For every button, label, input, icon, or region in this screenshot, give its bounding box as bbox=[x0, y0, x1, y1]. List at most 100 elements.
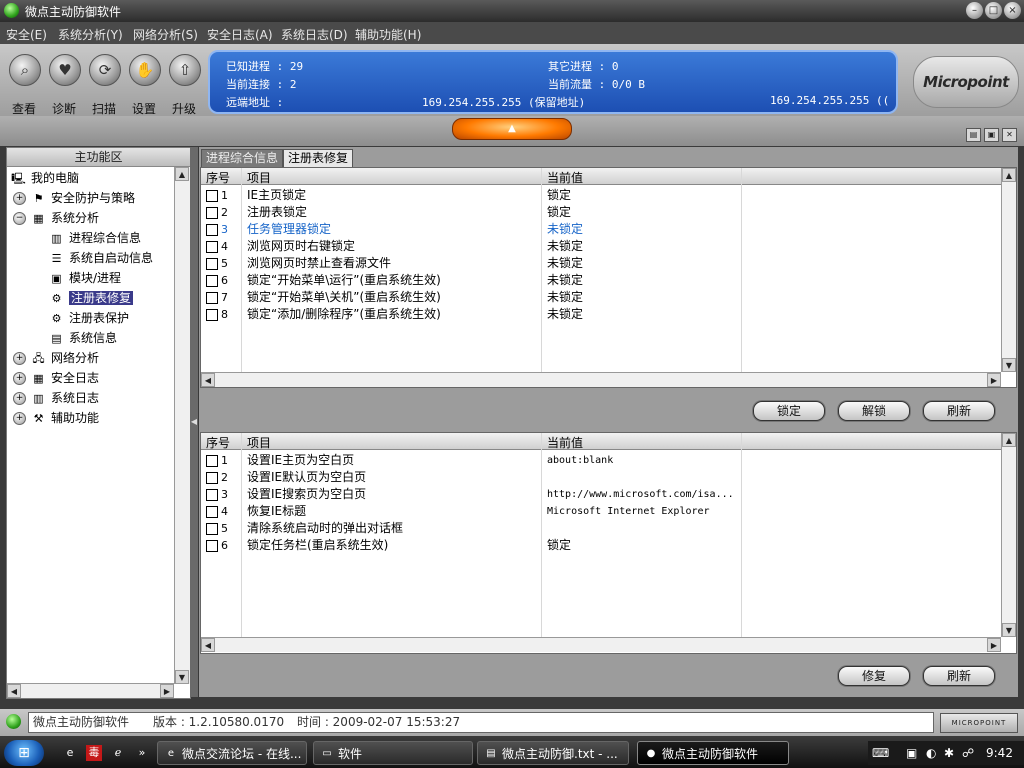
view-button[interactable]: ⌕ 查看 bbox=[4, 52, 44, 118]
unlock-button[interactable]: 解锁 bbox=[838, 401, 910, 421]
tree-item-registry-repair[interactable]: ⚙ 注册表修复 bbox=[49, 289, 134, 307]
tree-item-system-log[interactable]: + ▥ 系统日志 bbox=[13, 389, 99, 407]
scroll-right-icon[interactable]: ▶ bbox=[160, 684, 174, 698]
menu-security[interactable]: 安全(E) bbox=[6, 26, 47, 43]
tray-app-icon[interactable]: ☍ bbox=[962, 741, 974, 765]
left-horizontal-scrollbar[interactable]: ◀ ▶ bbox=[7, 683, 174, 698]
table-row[interactable]: 4 浏览网页时右键锁定 未锁定 bbox=[201, 238, 1001, 255]
scan-button[interactable]: ⟳ 扫描 bbox=[84, 52, 124, 118]
table-row[interactable]: 1 设置IE主页为空白页 about:blank bbox=[201, 452, 1001, 469]
table-row[interactable]: 6 锁定任务栏(重启系统生效) 锁定 bbox=[201, 537, 1001, 554]
bottom-grid-horizontal-scrollbar[interactable]: ◀ ▶ bbox=[201, 637, 1001, 652]
lock-button[interactable]: 锁定 bbox=[753, 401, 825, 421]
row-checkbox[interactable] bbox=[206, 207, 218, 219]
minimize-button[interactable]: – bbox=[966, 2, 983, 19]
table-row[interactable]: 1 IE主页锁定 锁定 bbox=[201, 187, 1001, 204]
table-row[interactable]: 3 设置IE搜索页为空白页 http://www.microsoft.com/isa… bbox=[201, 486, 1001, 503]
col-value[interactable]: 当前值 bbox=[547, 169, 583, 186]
table-row[interactable]: 2 注册表锁定 锁定 bbox=[201, 204, 1001, 221]
menu-system-log[interactable]: 系统日志(D) bbox=[281, 26, 348, 43]
start-button[interactable]: ⊞ bbox=[4, 740, 44, 766]
menu-system-analysis[interactable]: 系统分析(Y) bbox=[58, 26, 123, 43]
scroll-down-icon[interactable]: ▼ bbox=[1002, 623, 1016, 637]
tree-item-security-log[interactable]: + ▦ 安全日志 bbox=[13, 369, 99, 387]
scroll-right-icon[interactable]: ▶ bbox=[987, 638, 1001, 652]
tree-root-my-computer[interactable]: 🖳 我的电脑 bbox=[11, 169, 79, 187]
scroll-left-icon[interactable]: ◀ bbox=[201, 373, 215, 387]
task-notepad[interactable]: ▤ 微点主动防御.txt - ... bbox=[477, 741, 629, 765]
refresh-button-bottom[interactable]: 刷新 bbox=[923, 666, 995, 686]
scroll-up-icon[interactable]: ▲ bbox=[175, 167, 189, 181]
settings-button[interactable]: ✋ 设置 bbox=[124, 52, 164, 118]
tree-item-process-info[interactable]: ▥ 进程综合信息 bbox=[49, 229, 141, 247]
row-checkbox[interactable] bbox=[206, 523, 218, 535]
ie-quicklaunch-icon[interactable]: e bbox=[62, 745, 78, 761]
ie-alt-quicklaunch-icon[interactable]: ℯ bbox=[110, 745, 126, 761]
expand-icon[interactable]: + bbox=[13, 392, 26, 405]
table-row[interactable]: 4 恢复IE标题 Microsoft Internet Explorer bbox=[201, 503, 1001, 520]
scroll-up-icon[interactable]: ▲ bbox=[1002, 168, 1016, 182]
scroll-down-icon[interactable]: ▼ bbox=[1002, 358, 1016, 372]
task-forum[interactable]: e 微点交流论坛 - 在线... bbox=[157, 741, 307, 765]
table-row[interactable]: 6 锁定“开始菜单\运行”(重启系统生效) 未锁定 bbox=[201, 272, 1001, 289]
col-item[interactable]: 项目 bbox=[247, 169, 271, 186]
row-checkbox[interactable] bbox=[206, 309, 218, 321]
tree-item-system-analysis[interactable]: − ▦ 系统分析 bbox=[13, 209, 99, 227]
scroll-right-icon[interactable]: ▶ bbox=[987, 373, 1001, 387]
row-checkbox[interactable] bbox=[206, 506, 218, 518]
menu-aux[interactable]: 辅助功能(H) bbox=[355, 26, 421, 43]
quicklaunch-expand-icon[interactable]: » bbox=[134, 745, 150, 761]
layout-icon-1[interactable]: ▤ bbox=[966, 128, 981, 142]
tree-item-modules[interactable]: ▣ 模块/进程 bbox=[49, 269, 121, 287]
upgrade-button[interactable]: ⇧ 升级 bbox=[164, 52, 204, 118]
top-grid-vertical-scrollbar[interactable]: ▲ ▼ bbox=[1001, 168, 1016, 372]
repair-button[interactable]: 修复 bbox=[838, 666, 910, 686]
network-tray-icon[interactable]: ▣ bbox=[906, 741, 917, 765]
col-item[interactable]: 项目 bbox=[247, 434, 271, 451]
row-checkbox[interactable] bbox=[206, 241, 218, 253]
table-row[interactable]: 2 设置IE默认页为空白页 bbox=[201, 469, 1001, 486]
row-checkbox[interactable] bbox=[206, 224, 218, 236]
spider-icon[interactable]: ✱ bbox=[944, 741, 954, 765]
top-grid-horizontal-scrollbar[interactable]: ◀ ▶ bbox=[201, 372, 1001, 387]
table-row[interactable]: 8 锁定“添加/删除程序”(重启系统生效) 未锁定 bbox=[201, 306, 1001, 323]
app-quicklaunch-icon[interactable]: 毒 bbox=[86, 745, 102, 761]
row-checkbox[interactable] bbox=[206, 275, 218, 287]
menu-network-analysis[interactable]: 网络分析(S) bbox=[133, 26, 198, 43]
tree-item-startup-info[interactable]: ☰ 系统自启动信息 bbox=[49, 249, 153, 267]
row-checkbox[interactable] bbox=[206, 472, 218, 484]
expand-icon[interactable]: + bbox=[13, 412, 26, 425]
col-index[interactable]: 序号 bbox=[206, 169, 230, 186]
refresh-button-top[interactable]: 刷新 bbox=[923, 401, 995, 421]
close-button[interactable]: × bbox=[1004, 2, 1021, 19]
keyboard-icon[interactable]: ⌨ bbox=[872, 741, 889, 765]
tree-item-security-policy[interactable]: + ⚑ 安全防护与策略 bbox=[13, 189, 135, 207]
expand-icon[interactable]: + bbox=[13, 192, 26, 205]
row-checkbox[interactable] bbox=[206, 489, 218, 501]
bottom-grid-vertical-scrollbar[interactable]: ▲ ▼ bbox=[1001, 433, 1016, 637]
row-checkbox[interactable] bbox=[206, 258, 218, 270]
menu-security-log[interactable]: 安全日志(A) bbox=[207, 26, 273, 43]
collapse-toggle-button[interactable]: ▲ bbox=[452, 118, 572, 140]
task-micropoint[interactable]: ● 微点主动防御软件 bbox=[637, 741, 789, 765]
tree-item-network-analysis[interactable]: + 🖧 网络分析 bbox=[13, 349, 99, 367]
col-value[interactable]: 当前值 bbox=[547, 434, 583, 451]
left-vertical-scrollbar[interactable]: ▲ ▼ bbox=[174, 167, 190, 684]
tree-item-registry-protect[interactable]: ⚙ 注册表保护 bbox=[49, 309, 129, 327]
tree-item-system-info[interactable]: ▤ 系统信息 bbox=[49, 329, 117, 347]
panel-close-icon[interactable]: ✕ bbox=[1002, 128, 1017, 142]
collapse-icon[interactable]: − bbox=[13, 212, 26, 225]
table-row[interactable]: 5 浏览网页时禁止查看源文件 未锁定 bbox=[201, 255, 1001, 272]
scroll-up-icon[interactable]: ▲ bbox=[1002, 433, 1016, 447]
layout-icon-2[interactable]: ▣ bbox=[984, 128, 999, 142]
expand-icon[interactable]: + bbox=[13, 372, 26, 385]
row-checkbox[interactable] bbox=[206, 190, 218, 202]
tab-registry-repair[interactable]: 注册表修复 bbox=[283, 149, 354, 167]
row-checkbox[interactable] bbox=[206, 292, 218, 304]
row-checkbox[interactable] bbox=[206, 455, 218, 467]
table-row[interactable]: 7 锁定“开始菜单\关机”(重启系统生效) 未锁定 bbox=[201, 289, 1001, 306]
collapse-left-icon[interactable]: ◀ bbox=[190, 415, 198, 429]
scroll-down-icon[interactable]: ▼ bbox=[175, 670, 189, 684]
col-index[interactable]: 序号 bbox=[206, 434, 230, 451]
row-checkbox[interactable] bbox=[206, 540, 218, 552]
